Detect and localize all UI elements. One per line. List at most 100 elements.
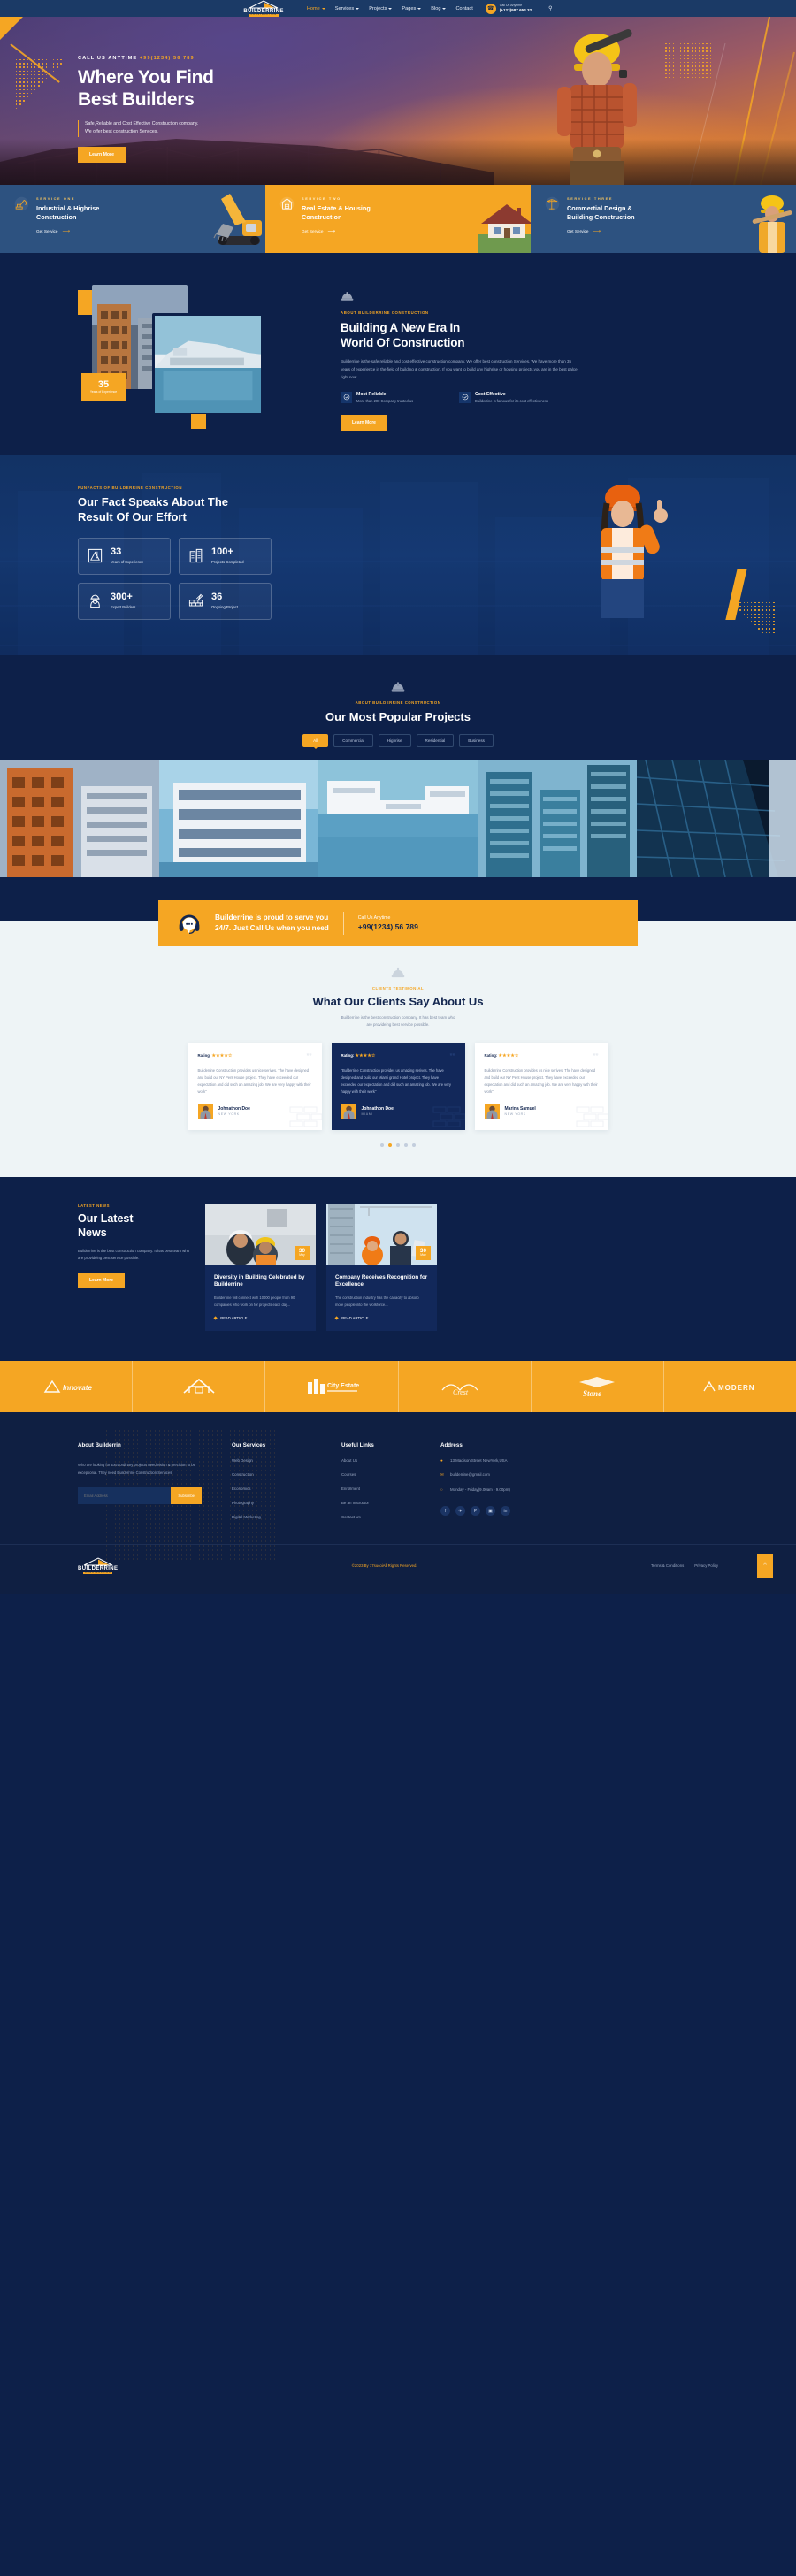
news-card-body: Company Receives Recognition for Excelle… <box>326 1265 437 1332</box>
nav-item-services[interactable]: Services <box>335 6 360 11</box>
header-call-block[interactable]: ☎ Call Us Anytime (+123)987.654.32 <box>485 3 532 14</box>
service-card-two[interactable]: SERVICE TWO Real Estate & Housing Constr… <box>265 185 531 253</box>
twitter-icon[interactable]: ✈ <box>455 1506 465 1517</box>
footer-address-email[interactable]: ✉ builderrine@gmail.com <box>440 1472 600 1478</box>
service-one-link[interactable]: Get Service ⟶ <box>36 228 99 234</box>
city-estate-logo: City Estate <box>307 1379 359 1395</box>
site-header: BUILDERRINE CONSTRUCTION Home Services P… <box>0 0 796 18</box>
footer-link-photography[interactable]: Photography <box>232 1501 320 1505</box>
pager-dot[interactable] <box>412 1143 416 1147</box>
service-two-link[interactable]: Get Service ⟶ <box>302 228 371 234</box>
fact-label: Years of Experience <box>111 560 144 565</box>
star-rating-icon: ★★★★☆ <box>211 1054 233 1059</box>
footer-link-economics[interactable]: Economics <box>232 1487 320 1491</box>
tab-commercial[interactable]: Commercial <box>333 733 373 747</box>
footer-link-courses[interactable]: Courses <box>341 1472 430 1477</box>
tab-business[interactable]: Business <box>459 733 494 747</box>
nav-item-blog[interactable]: Blog <box>431 6 447 11</box>
footer-link-enrollment[interactable]: Enrollment <box>341 1487 430 1491</box>
search-icon[interactable]: ⚲ <box>548 5 552 11</box>
tab-highrise[interactable]: Highrise <box>378 733 411 747</box>
brand-logo-city-estate[interactable]: City Estate <box>265 1361 399 1413</box>
pager-dot[interactable] <box>380 1143 384 1147</box>
news-read-article-link[interactable]: READ ARTICLE <box>213 1316 307 1320</box>
footer-address-hours: ○ Monday - Friday(9.00am - 9.00pm) <box>440 1487 510 1493</box>
testimonial-card[interactable]: Rating: ★★★★☆ ”” Builderrine Constructio… <box>474 1043 608 1130</box>
tab-residential[interactable]: Residential <box>416 733 455 747</box>
newsletter-form: Subscribe <box>78 1487 202 1505</box>
chevron-down-icon <box>356 7 360 10</box>
footer-terms-link[interactable]: Terms & Conditions <box>651 1563 684 1568</box>
footer-link-construction[interactable]: Construction <box>232 1472 320 1477</box>
about-feature-title: Cost Effective <box>475 391 506 397</box>
footer-link-contact-us[interactable]: Contact Us <box>341 1515 430 1519</box>
tab-all[interactable]: All <box>302 733 329 750</box>
site-logo[interactable]: BUILDERRINE CONSTRUCTION <box>243 0 283 18</box>
hero-eyebrow-phone[interactable]: +99(1234) 56 789 <box>140 56 195 61</box>
svg-text:Crest: Crest <box>453 1388 469 1396</box>
project-thumb[interactable] <box>318 759 478 877</box>
nav-item-pages[interactable]: Pages <box>402 6 422 11</box>
footer-privacy-link[interactable]: Privacy Policy <box>694 1563 718 1568</box>
news-learn-more-button[interactable]: Learn More <box>78 1273 125 1289</box>
testimonial-body: Builderrine Construction provides us nic… <box>484 1068 598 1094</box>
subscribe-button[interactable]: Subscribe <box>171 1487 202 1505</box>
nav-item-projects[interactable]: Projects <box>369 6 393 11</box>
project-thumb[interactable] <box>478 759 637 877</box>
brand-logo-archi-house[interactable] <box>133 1361 266 1413</box>
about-text: ABOUT BUILDERRINE CONSTRUCTION Building … <box>341 285 579 432</box>
project-thumb[interactable] <box>0 759 159 877</box>
cta-call[interactable]: Call Us Anytime +99(1234) 56 789 <box>358 915 418 931</box>
brick-pattern-icon <box>576 1106 608 1127</box>
brand-logo-crest[interactable]: Crest <box>399 1361 532 1413</box>
about-learn-more-button[interactable]: Learn More <box>341 415 387 432</box>
footer-link-digital-marketing[interactable]: Digital Marketing <box>232 1515 320 1519</box>
footer-link-about-us[interactable]: About Us <box>341 1458 430 1463</box>
brand-logo-stone[interactable]: Stone <box>532 1361 664 1413</box>
back-to-top-button[interactable]: ^ <box>757 1554 773 1578</box>
news-section: LATEST NEWS Our Latest News Builderrine … <box>0 1176 796 1362</box>
facebook-icon[interactable]: f <box>440 1506 450 1517</box>
footer-address-column: Address ● 13 Madison Street NewYork,USA … <box>440 1442 600 1519</box>
news-date-month: May <box>420 1253 426 1257</box>
hero-learn-more-button[interactable]: Learn More <box>78 146 126 163</box>
news-card[interactable]: 30 May Diversity in Building Celebrated … <box>205 1203 316 1332</box>
email-input[interactable] <box>78 1487 172 1505</box>
testimonial-rating: Rating: ★★★★☆ <box>341 1053 376 1059</box>
header-call-number: (+123)987.654.32 <box>499 7 532 12</box>
pinterest-icon[interactable]: P <box>471 1506 480 1517</box>
pager-dot[interactable] <box>396 1143 400 1147</box>
footer-link-be-an-instructor[interactable]: Be an Instructor <box>341 1501 430 1505</box>
fact-number: 300+ <box>111 592 133 603</box>
testimonial-card[interactable]: Rating: ★★★★☆ ”” Builderrine Constructio… <box>188 1043 322 1130</box>
nav-item-contact[interactable]: Contact <box>455 6 472 11</box>
footer-link-web-design[interactable]: Web Design <box>232 1458 320 1463</box>
brand-logo-modern[interactable]: MODERN <box>664 1361 796 1412</box>
nav-item-home[interactable]: Home <box>307 6 325 11</box>
pager-dot[interactable] <box>404 1143 408 1147</box>
news-read-article-link[interactable]: READ ARTICLE <box>334 1316 428 1320</box>
linkedin-icon[interactable]: in <box>501 1506 510 1517</box>
service-card-one[interactable]: SERVICE ONE Industrial & Highrise Constr… <box>0 185 265 253</box>
brand-logo-innovate[interactable]: Innovate <box>0 1361 134 1413</box>
project-thumb[interactable] <box>159 759 318 877</box>
footer-logo[interactable]: BUILDERRINE CONSTRUCTION <box>78 1557 118 1575</box>
hero-worker-photo <box>557 29 637 185</box>
hero-dot-grid-right <box>662 43 715 80</box>
blueprint-icon <box>88 549 103 563</box>
testimonial-card-active[interactable]: Rating: ★★★★☆ ”” "Bulderrine Constructio… <box>331 1043 465 1130</box>
facts-grid: 33 Years of Experience 100+ Projects Com… <box>78 537 796 620</box>
service-card-three[interactable]: SERVICE THREE Commertial Design & Buildi… <box>531 185 796 253</box>
pager-dot-active[interactable] <box>388 1143 392 1147</box>
footer-legal-links: Terms & Conditions Privacy Policy <box>651 1563 718 1568</box>
instagram-icon[interactable]: ▣ <box>486 1506 495 1517</box>
testimonial-name: Marina Samuel <box>504 1105 536 1112</box>
news-card[interactable]: 30 May Company Receives Recognition for … <box>326 1203 437 1332</box>
news-image: 30 May <box>205 1203 316 1265</box>
news-card-desc: Builderrine will connect with 10000 peop… <box>214 1296 295 1307</box>
about-accent-square-2 <box>191 414 206 429</box>
fact-label: Ongoing Project <box>211 605 239 610</box>
service-three-link[interactable]: Get Service ⟶ <box>567 228 635 234</box>
helmet-icon <box>391 682 405 692</box>
project-thumb[interactable] <box>637 759 796 877</box>
